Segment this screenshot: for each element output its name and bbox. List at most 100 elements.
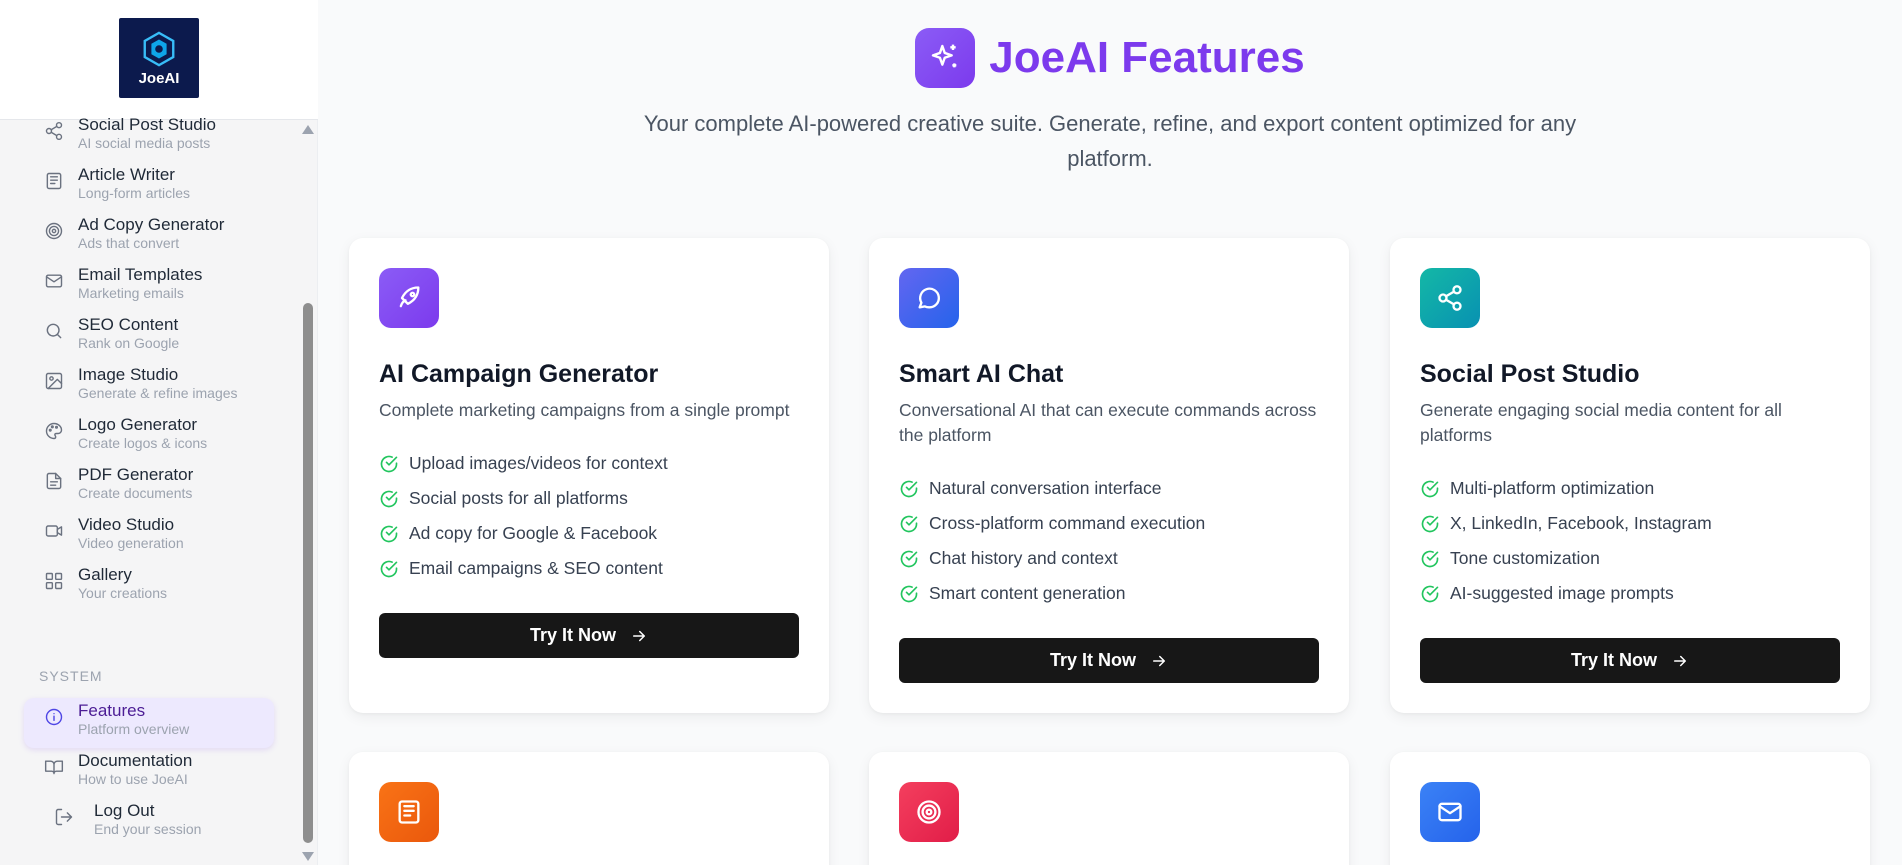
list-item: Multi-platform optimization <box>1420 471 1840 506</box>
sidebar-item-gallery[interactable]: Gallery Your creations <box>24 562 286 612</box>
list-item: Upload images/videos for context <box>379 446 799 481</box>
sidebar-item-logo-generator[interactable]: Logo Generator Create logos & icons <box>24 412 286 462</box>
sidebar-item-sub: Create logos & icons <box>78 435 208 451</box>
sidebar-item-article-writer[interactable]: Article Writer Long-form articles <box>24 162 286 212</box>
target-icon <box>44 221 64 241</box>
list-item: Natural conversation interface <box>899 471 1319 506</box>
scroll-thumb[interactable] <box>303 303 313 843</box>
sidebar-item-label: Email Templates <box>78 265 203 284</box>
card-title: AI Campaign Generator <box>379 360 659 388</box>
sidebar-item-sub: Platform overview <box>78 721 190 737</box>
file-icon <box>44 471 64 491</box>
feature-text: Natural conversation interface <box>929 478 1162 498</box>
feature-text: X, LinkedIn, Facebook, Instagram <box>1450 513 1712 533</box>
sidebar-item-email-templates[interactable]: Email Templates Marketing emails <box>24 262 286 312</box>
list-item: Smart content generation <box>899 576 1319 611</box>
mail-icon <box>44 271 64 291</box>
rocket-icon <box>379 268 439 328</box>
card-description: Generate engaging social media content f… <box>1420 400 1782 445</box>
book-icon <box>44 757 64 777</box>
feature-text: Email campaigns & SEO content <box>409 558 663 578</box>
feature-text: Upload images/videos for context <box>409 453 668 473</box>
logout-icon <box>54 807 74 827</box>
feature-card-ad-copy-generator <box>869 752 1349 865</box>
check-circle-icon <box>379 559 399 579</box>
feature-text: Tone customization <box>1450 548 1600 568</box>
try-it-now-button[interactable]: Try It Now <box>379 613 799 658</box>
check-circle-icon <box>1420 514 1440 534</box>
sidebar-item-label: Image Studio <box>78 365 179 384</box>
sidebar-scrollbar[interactable] <box>301 120 315 865</box>
check-circle-icon <box>1420 479 1440 499</box>
sidebar: JoeAI Social Post Studio AI social media … <box>0 0 318 865</box>
sidebar-item-sub: Your creations <box>78 585 167 601</box>
try-it-now-button[interactable]: Try It Now <box>1420 638 1840 683</box>
check-circle-icon <box>899 479 919 499</box>
check-circle-icon <box>379 454 399 474</box>
feature-text: Multi-platform optimization <box>1450 478 1655 498</box>
check-circle-icon <box>899 549 919 569</box>
sidebar-item-social-post-studio[interactable]: Social Post Studio AI social media posts <box>24 112 286 162</box>
check-circle-icon <box>379 524 399 544</box>
button-label: Try It Now <box>529 625 616 645</box>
sidebar-item-documentation[interactable]: Documentation How to use JoeAI <box>24 748 274 798</box>
sidebar-item-sub: Long-form articles <box>78 185 191 201</box>
page-title: JoeAI Features <box>989 33 1305 82</box>
list-item: X, LinkedIn, Facebook, Instagram <box>1420 506 1840 541</box>
sidebar-item-pdf-generator[interactable]: PDF Generator Create documents <box>24 462 286 512</box>
info-icon <box>44 707 64 727</box>
target-icon <box>899 782 959 842</box>
chat-icon <box>899 268 959 328</box>
sidebar-item-label: Gallery <box>78 565 132 584</box>
logo-area: JoeAI <box>0 0 318 120</box>
sidebar-item-sub: Marketing emails <box>78 285 184 301</box>
image-icon <box>44 371 64 391</box>
sidebar-item-sub: AI social media posts <box>78 135 211 151</box>
logout-button[interactable]: Log Out End your session <box>24 798 274 848</box>
video-icon <box>44 521 64 541</box>
card-description: Complete marketing campaigns from a sing… <box>379 400 790 420</box>
list-item: Chat history and context <box>899 541 1319 576</box>
sidebar-item-sub: Create documents <box>78 485 193 501</box>
feature-card-email-templates <box>1390 752 1870 865</box>
sidebar-item-ad-copy-generator[interactable]: Ad Copy Generator Ads that convert <box>24 212 286 262</box>
mail-icon <box>1420 782 1480 842</box>
sidebar-item-label: SEO Content <box>78 315 179 334</box>
sidebar-item-features[interactable]: Features Platform overview <box>24 698 274 748</box>
palette-icon <box>44 421 64 441</box>
button-label: Try It Now <box>1570 650 1657 670</box>
page-header: JoeAI Features Your complete AI-powered … <box>318 28 1902 176</box>
feature-list: Upload images/videos for context Social … <box>379 446 799 586</box>
sidebar-item-label: Ad Copy Generator <box>78 215 225 234</box>
arrow-right-icon <box>1674 655 1686 666</box>
main-content: JoeAI Features Your complete AI-powered … <box>318 0 1902 865</box>
system-heading: SYSTEM <box>39 668 103 684</box>
search-icon <box>44 321 64 341</box>
sidebar-item-video-studio[interactable]: Video Studio Video generation <box>24 512 286 562</box>
scroll-up-arrow-icon[interactable] <box>302 125 314 134</box>
app-logo[interactable]: JoeAI <box>119 18 199 98</box>
list-item: AI-suggested image prompts <box>1420 576 1840 611</box>
feature-list: Multi-platform optimization X, LinkedIn,… <box>1420 471 1840 611</box>
try-it-now-button[interactable]: Try It Now <box>899 638 1319 683</box>
list-item: Email campaigns & SEO content <box>379 551 799 586</box>
sidebar-item-label: Features <box>78 701 146 720</box>
sidebar-item-image-studio[interactable]: Image Studio Generate & refine images <box>24 362 286 412</box>
sidebar-item-label: Video Studio <box>78 515 175 534</box>
sidebar-item-seo-content[interactable]: SEO Content Rank on Google <box>24 312 286 362</box>
arrow-right-icon <box>1153 655 1165 666</box>
feature-card-smart-ai-chat: Smart AI Chat Conversational AI that can… <box>869 238 1349 713</box>
logo-icon <box>143 30 175 67</box>
feature-text: Cross-platform command execution <box>929 513 1206 533</box>
feature-card-social-post-studio: Social Post Studio Generate engaging soc… <box>1390 238 1870 713</box>
sidebar-item-label: Social Post Studio <box>78 115 216 134</box>
grid-icon <box>44 571 64 591</box>
scroll-down-arrow-icon[interactable] <box>302 852 314 861</box>
newspaper-icon <box>379 782 439 842</box>
sidebar-item-label: Article Writer <box>78 165 175 184</box>
button-label: Try It Now <box>1049 650 1136 670</box>
sparkles-icon <box>915 28 976 88</box>
card-title: Smart AI Chat <box>899 360 1064 388</box>
card-title: Social Post Studio <box>1420 360 1640 388</box>
check-circle-icon <box>899 514 919 534</box>
